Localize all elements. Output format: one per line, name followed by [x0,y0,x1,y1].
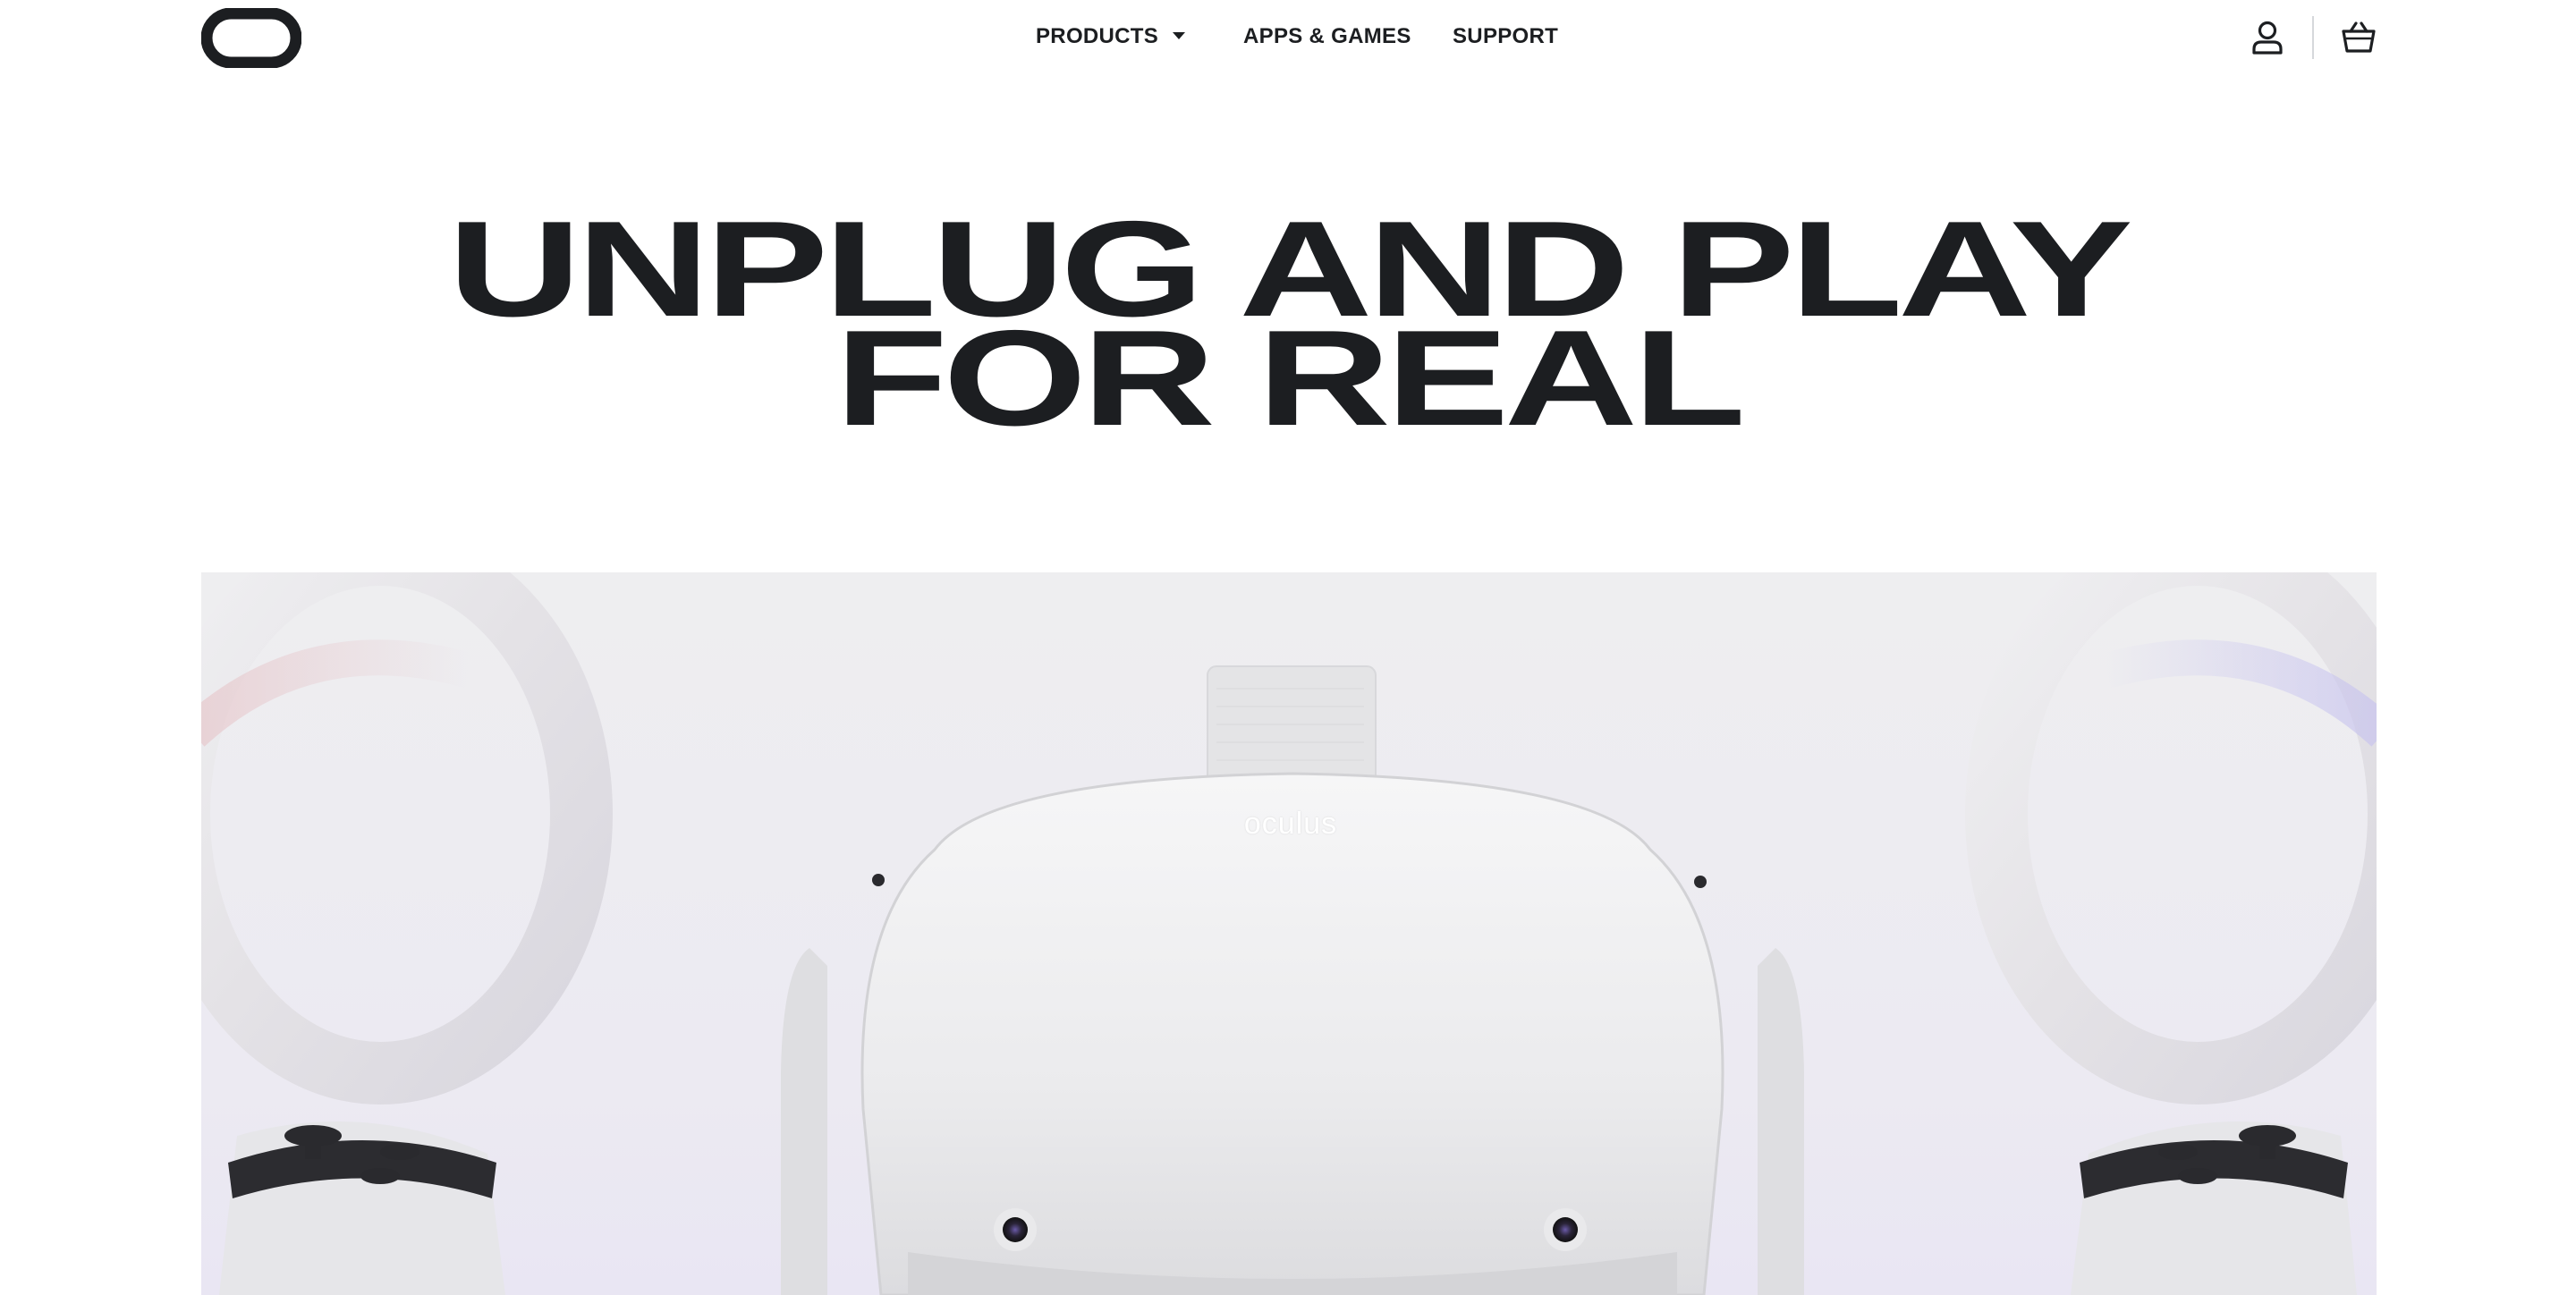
chevron-down-icon [1173,31,1186,39]
quest-headset-illustration [201,572,2377,1295]
account-icon[interactable] [2251,20,2284,55]
hero-title: UNPLUG AND PLAY FOR REAL [0,201,2576,454]
nav-products[interactable]: PRODUCTS [1036,21,1186,52]
product-hero-image: oculus [201,572,2377,1295]
hero-title-line-2: FOR REAL [835,302,1745,454]
cart-icon[interactable] [2342,21,2376,54]
nav-products-label: PRODUCTS [1036,24,1159,48]
left-controller [201,572,613,1295]
right-controller [1965,572,2377,1295]
header-divider [2312,16,2314,59]
headset-brand-label: oculus [1243,807,1338,841]
nav-apps-games[interactable]: APPS & GAMES [1243,21,1411,52]
main-nav: PRODUCTS APPS & GAMES SUPPORT [0,0,2576,72]
site-header: PRODUCTS APPS & GAMES SUPPORT [0,0,2576,75]
nav-support[interactable]: SUPPORT [1453,21,1558,52]
